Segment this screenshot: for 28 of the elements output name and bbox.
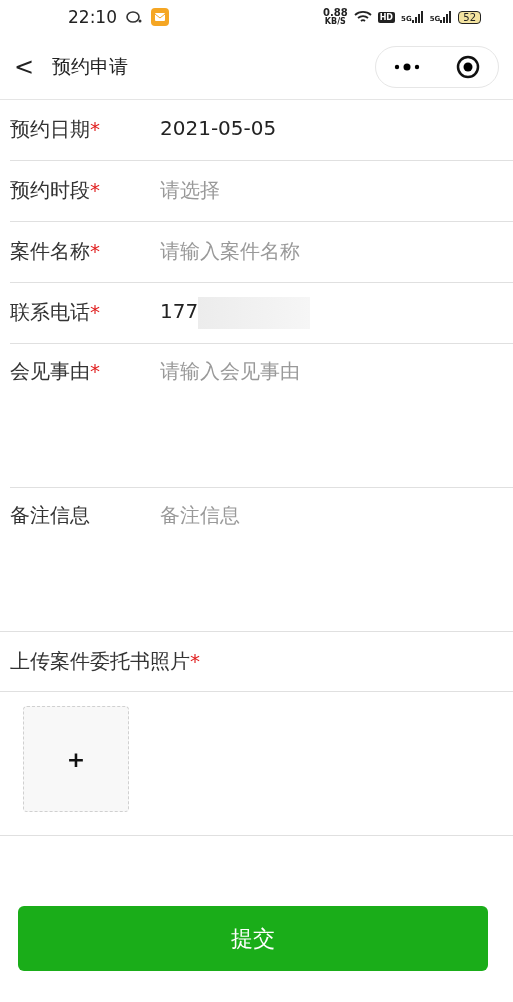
speed-value: 0.88 [323,8,348,18]
page-title: 预约申请 [52,53,128,79]
back-button[interactable]: < [14,52,52,81]
chat-icon [125,10,143,24]
signal-icon [440,11,453,23]
upload-label: 上传案件委托书照片* [10,648,200,675]
input-field[interactable]: 请输入案件名称 [160,238,513,268]
clock-time: 22:10 [68,8,117,26]
add-photo-button[interactable]: + [23,706,129,812]
battery-icon: 52 [458,10,481,24]
submit-button[interactable]: 提交 [18,906,488,971]
field-label: 会见事由* [10,358,101,385]
mail-icon [151,8,169,26]
input-field[interactable]: 请输入会见事由 [160,358,513,468]
field-label: 预约时段* [10,177,101,204]
input-field[interactable]: 请选择 [160,177,513,207]
field-label: 案件名称* [10,238,101,265]
input-field[interactable]: 备注信息 [160,502,513,612]
field-label: 预约日期* [10,116,101,143]
input-field[interactable]: 177 [160,299,513,329]
signal-icon [411,11,424,23]
input-field[interactable]: 2021-05-05 [160,116,513,146]
speed-unit: KB/S [324,18,346,26]
more-icon[interactable] [394,62,420,71]
hd-badge: HD [377,11,395,23]
field-label: 联系电话* [10,299,101,326]
field-label: 备注信息 [9,502,91,529]
wifi-icon [353,10,372,24]
